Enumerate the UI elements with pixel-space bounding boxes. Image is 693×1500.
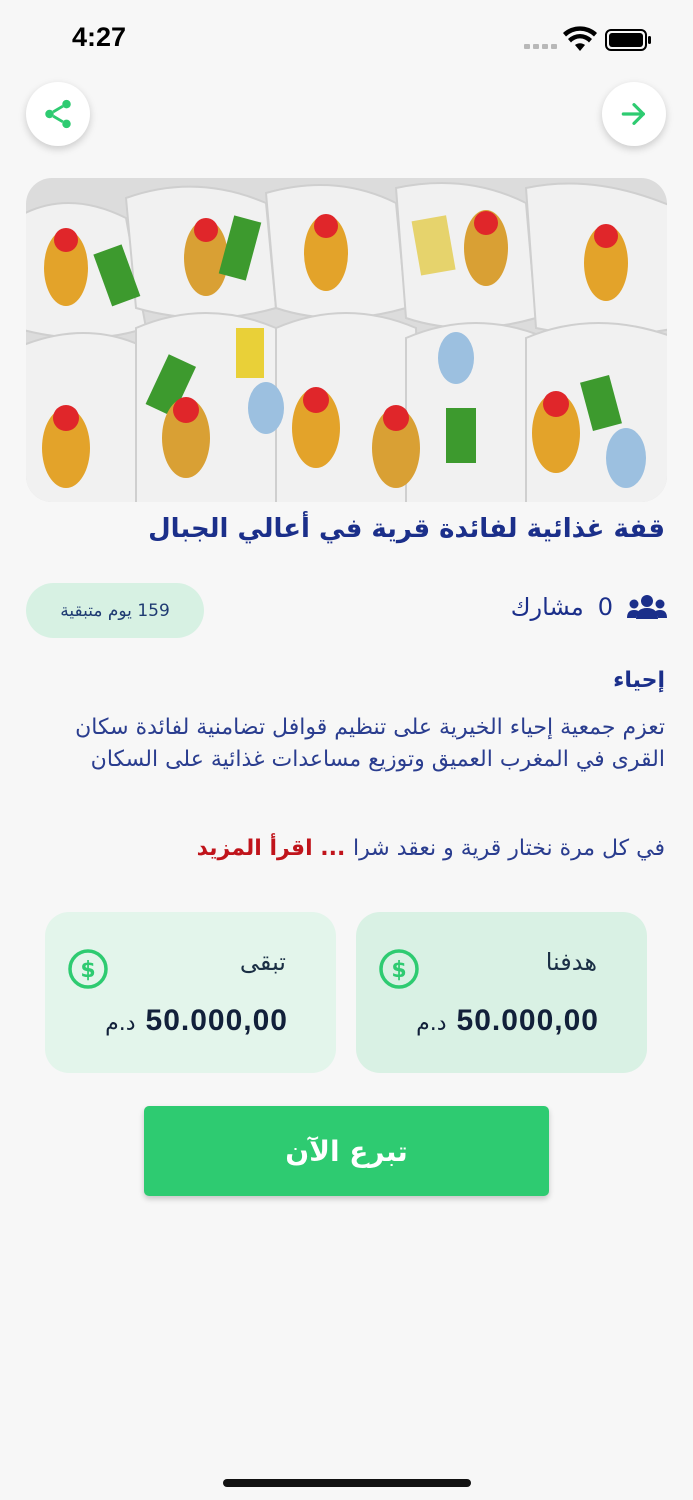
days-left-badge: 159 يوم متبقية (26, 583, 204, 638)
arrow-right-icon (621, 103, 645, 125)
wifi-icon (563, 26, 597, 51)
users-icon (627, 595, 667, 619)
status-time: 4:27 (72, 22, 127, 52)
goal-currency: د.م (416, 1011, 447, 1036)
donate-label: تبرع الآن (285, 1134, 408, 1168)
read-more-link[interactable]: اقرأ المزيد (197, 836, 313, 861)
campaign-description: تعزم جمعية إحياء الخيرية على تنظيم قوافل… (75, 715, 665, 772)
remaining-card: تبقى $ 50.000,00 د.م (45, 912, 336, 1073)
svg-text:$: $ (80, 958, 95, 983)
dollar-icon: $ (68, 949, 108, 989)
goal-value: 50.000,00 د.م (416, 1004, 599, 1038)
goal-label: هدفنا (545, 948, 597, 976)
share-button[interactable] (26, 82, 90, 146)
participants-count: 0 (597, 593, 613, 621)
goal-amount: 50.000,00 (456, 1004, 599, 1037)
food-baskets-illustration (26, 178, 667, 502)
participants-label: مشارك (510, 593, 584, 621)
home-indicator (223, 1479, 471, 1487)
dollar-icon: $ (379, 949, 419, 989)
remaining-value: 50.000,00 د.م (105, 1004, 288, 1038)
status-icons (524, 26, 651, 51)
campaign-title: قفة غذائية لفائدة قرية في أعالي الجبال (148, 514, 665, 544)
organization-name: إحياء (613, 668, 665, 693)
donate-button[interactable]: تبرع الآن (144, 1106, 549, 1196)
participants-info: مشارك 0 (511, 586, 667, 628)
campaign-image (26, 178, 667, 502)
ellipsis: ... (312, 836, 354, 861)
remaining-amount: 50.000,00 (145, 1004, 288, 1037)
forward-button[interactable] (602, 82, 666, 146)
remaining-currency: د.م (105, 1011, 136, 1036)
description-teaser: في كل مرة نختار قرية و نعقد شرا ... اقرأ… (25, 836, 665, 861)
share-icon (45, 99, 71, 129)
cellular-signal-icon (524, 44, 557, 49)
goal-card: هدفنا $ 50.000,00 د.م (356, 912, 647, 1073)
svg-text:$: $ (391, 958, 406, 983)
days-left-text: 159 يوم متبقية (60, 600, 170, 621)
teaser-text: في كل مرة نختار قرية و نعقد شرا (353, 836, 665, 861)
remaining-label: تبقى (239, 948, 286, 976)
battery-icon (605, 29, 651, 51)
